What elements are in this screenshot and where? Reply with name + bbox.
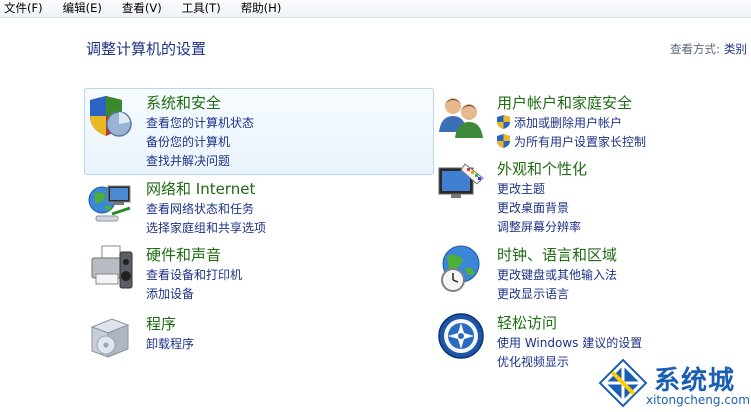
menu-view[interactable]: 查看(V): [116, 0, 168, 17]
menu-help[interactable]: 帮助(H): [235, 0, 288, 17]
link-label: 添加或删除用户帐户: [514, 116, 623, 130]
menu-file[interactable]: 文件(F): [0, 0, 49, 17]
link-add-remove-accounts[interactable]: 添加或删除用户帐户: [497, 114, 646, 133]
menu-tools[interactable]: 工具(T): [176, 0, 227, 17]
link-view-network-status[interactable]: 查看网络状态和任务: [146, 200, 266, 219]
category-title[interactable]: 网络和 Internet: [146, 178, 255, 199]
menu-bar: 文件(F) 编辑(E) 查看(V) 工具(T) 帮助(H): [0, 0, 751, 18]
link-devices-printers[interactable]: 查看设备和打印机: [146, 266, 242, 285]
category-title[interactable]: 时钟、语言和区域: [497, 244, 617, 265]
ease-of-access-icon[interactable]: [437, 312, 485, 360]
menu-edit[interactable]: 编辑(E): [57, 0, 108, 17]
appearance-monitor-icon[interactable]: [437, 158, 485, 206]
category-title[interactable]: 程序: [146, 313, 176, 334]
link-backup-computer[interactable]: 备份您的计算机: [146, 133, 254, 152]
link-view-computer-status[interactable]: 查看您的计算机状态: [146, 114, 254, 133]
link-homegroup-sharing[interactable]: 选择家庭组和共享选项: [146, 219, 266, 238]
link-add-device[interactable]: 添加设备: [146, 285, 242, 304]
category-title[interactable]: 轻松访问: [497, 312, 557, 333]
users-icon[interactable]: [437, 92, 485, 140]
network-globe-icon[interactable]: [86, 178, 134, 226]
uac-shield-icon: [497, 115, 510, 129]
link-adjust-resolution[interactable]: 调整屏幕分辨率: [497, 218, 581, 237]
view-mode-label: 查看方式:: [670, 42, 720, 56]
programs-box-icon[interactable]: [86, 313, 134, 361]
watermark-subtitle: xitongcheng.com: [646, 393, 750, 407]
link-troubleshoot[interactable]: 查找并解决问题: [146, 152, 254, 171]
page-title: 调整计算机的设置: [86, 40, 207, 58]
watermark-title: 系统城: [654, 366, 736, 396]
view-mode-dropdown[interactable]: 类别: [724, 42, 747, 56]
category-hover-highlight: [84, 88, 434, 175]
category-title[interactable]: 系统和安全: [146, 92, 221, 113]
site-watermark: 系统城 xitongcheng.com: [598, 356, 751, 412]
link-windows-recommended-settings[interactable]: 使用 Windows 建议的设置: [497, 334, 642, 353]
link-change-theme[interactable]: 更改主题: [497, 180, 581, 199]
link-uninstall-program[interactable]: 卸载程序: [146, 335, 194, 354]
link-parental-controls[interactable]: 为所有用户设置家长控制: [497, 133, 646, 152]
shield-icon[interactable]: [86, 92, 134, 140]
category-title[interactable]: 外观和个性化: [497, 158, 587, 179]
category-title[interactable]: 硬件和声音: [146, 244, 221, 265]
printer-icon[interactable]: [86, 244, 134, 292]
watermark-logo-icon: [598, 358, 648, 408]
link-change-desktop-background[interactable]: 更改桌面背景: [497, 199, 581, 218]
link-label: 为所有用户设置家长控制: [514, 135, 647, 149]
link-change-display-language[interactable]: 更改显示语言: [497, 285, 617, 304]
uac-shield-icon: [497, 134, 510, 148]
link-change-keyboard-input[interactable]: 更改键盘或其他输入法: [497, 266, 617, 285]
category-title[interactable]: 用户帐户和家庭安全: [497, 92, 632, 113]
view-mode: 查看方式: 类别: [670, 41, 747, 57]
clock-globe-icon[interactable]: [437, 244, 485, 292]
